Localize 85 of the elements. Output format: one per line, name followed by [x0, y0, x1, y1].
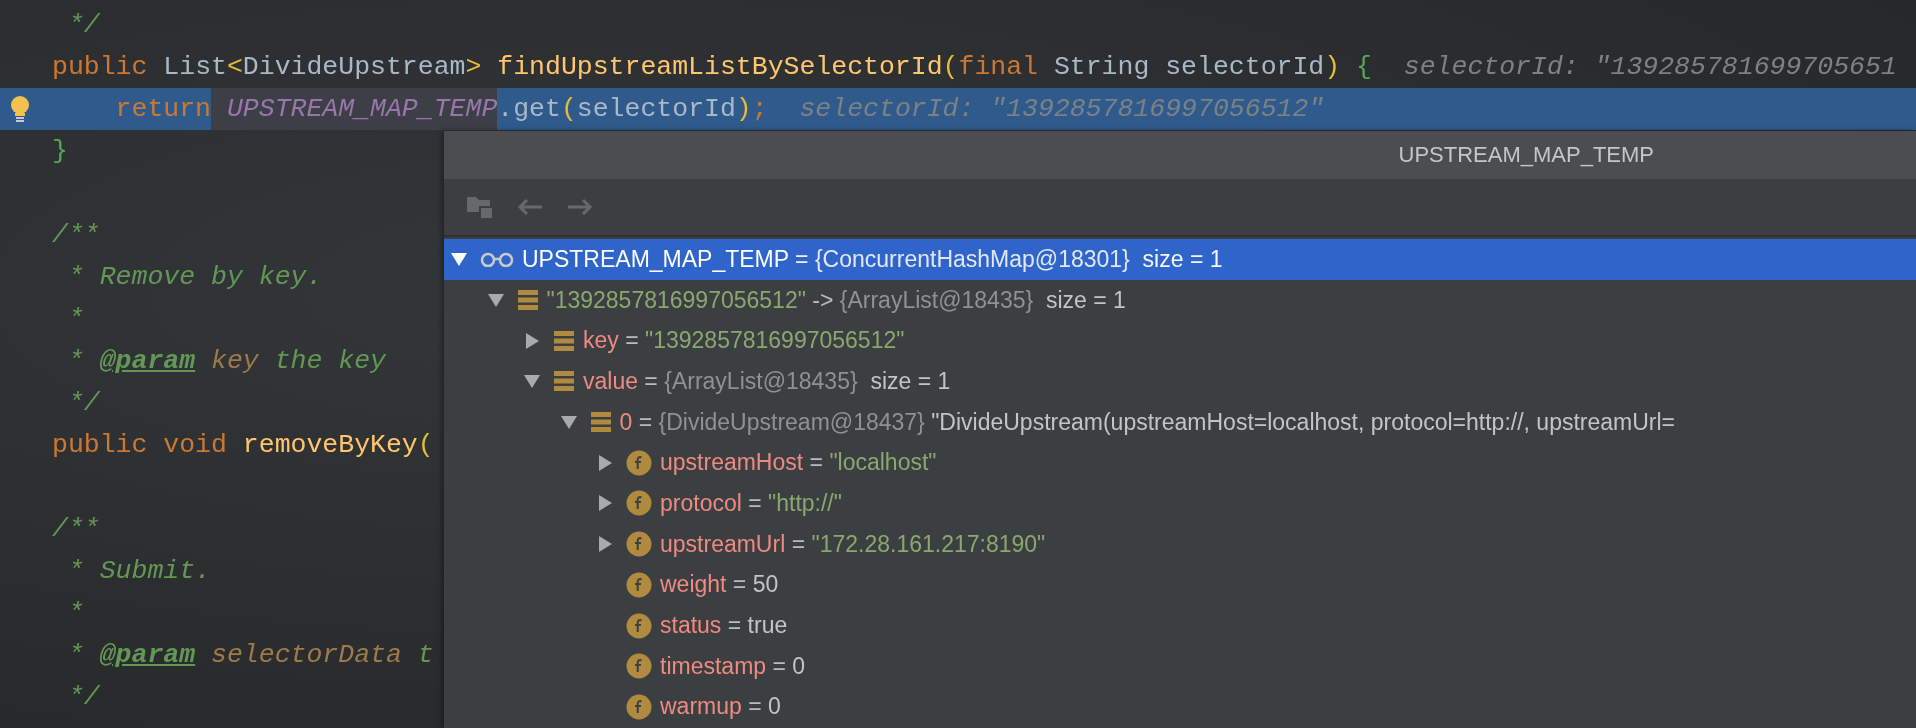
code-token: { [1355, 52, 1372, 82]
code-token: DivideUpstream [242, 52, 466, 82]
field-icon [626, 612, 652, 639]
tree-node-text: warmup = 0 [660, 693, 781, 721]
code-token: ( [560, 94, 577, 124]
tree-row[interactable]: protocol = "http://" [444, 483, 1916, 524]
code-token: key [210, 346, 259, 376]
field-icon [626, 449, 652, 476]
back-arrow-icon [516, 197, 544, 217]
code-token: .get [497, 94, 561, 124]
code-token: removeByKey [241, 430, 418, 460]
list-icon [553, 370, 575, 393]
tree-row[interactable]: warmup = 0 [444, 686, 1916, 728]
code-token: */ [66, 10, 100, 40]
code-token: * Submit. [66, 556, 212, 586]
tree-node-text: key = "1392857816997056512" [583, 327, 905, 355]
tree-row[interactable]: "1392857816997056512" -> {ArrayList@18435} size = 1 [444, 279, 1916, 321]
field-icon [626, 571, 652, 598]
tree-row[interactable]: key = "1392857816997056512" [444, 320, 1916, 362]
code-token: return [114, 94, 212, 124]
tree-row[interactable]: upstreamUrl = "172.28.161.217:8190" [444, 523, 1916, 565]
tree-row[interactable]: weight = 50 [444, 564, 1916, 606]
tree-node-text: status = true [660, 612, 788, 640]
code-token: ) [735, 94, 752, 124]
code-token: UPSTREAM_MAP_TEMP [211, 88, 498, 130]
tree-row[interactable]: 0 = {DivideUpstream@18437} "DivideUpstream(upstreamHost=localhost, protocol=http://, upstreamUrl= [444, 401, 1916, 443]
tree-row[interactable]: timestamp = 0 [444, 645, 1916, 687]
inline-hint: selectorId: "139285781699705651 [1402, 52, 1897, 82]
popup-title: UPSTREAM_MAP_TEMP [1398, 142, 1654, 168]
code-token: < [226, 52, 243, 82]
collapsed-arrow-icon[interactable] [523, 331, 541, 350]
code-token: * [66, 598, 84, 628]
code-token: * [66, 640, 85, 670]
list-icon [589, 411, 612, 434]
code-token: selectorData [210, 640, 402, 670]
tree-row[interactable]: UPSTREAM_MAP_TEMP = {ConcurrentHashMap@18301} size = 1 [444, 239, 1916, 280]
code-token: ; [751, 94, 768, 124]
code-token: * [66, 346, 85, 376]
code-token: List [162, 52, 227, 82]
code-token: ( [417, 430, 434, 460]
code-token: selectorId [576, 94, 736, 124]
tree-node-text: "1392857816997056512" -> {ArrayList@18435} size = 1 [546, 286, 1126, 314]
tree-row[interactable]: value = {ArrayList@18435} size = 1 [444, 361, 1916, 402]
field-icon [626, 693, 652, 720]
collapsed-arrow-icon[interactable] [596, 535, 614, 554]
code-token: ( [942, 52, 959, 82]
code-token: t [416, 640, 434, 670]
tree-node-text: 0 = {DivideUpstream@18437} "DivideUpstream(upstreamHost=localhost, protocol=http://, upstreamUrl= [619, 408, 1676, 436]
code-token: } [52, 136, 68, 166]
code-token: @param [99, 346, 196, 376]
field-icon [626, 653, 652, 680]
tree-node-text: timestamp = 0 [660, 652, 806, 680]
tree-node-text: protocol = "http://" [660, 489, 842, 517]
code-token: ) [1324, 52, 1341, 82]
tree-node-text: UPSTREAM_MAP_TEMP = {ConcurrentHashMap@18301} size = 1 [522, 245, 1223, 273]
list-icon [516, 289, 539, 312]
code-token: */ [66, 388, 100, 418]
list-icon [553, 329, 575, 352]
forward-arrow-icon [566, 197, 594, 217]
code-token: final [958, 52, 1038, 82]
tree-node-text: value = {ArrayList@18435} size = 1 [583, 367, 951, 395]
tree-row[interactable]: status = true [444, 605, 1916, 646]
inline-hint: selectorId: "1392857816997056512" [798, 94, 1325, 124]
collapsed-arrow-icon[interactable] [596, 494, 614, 513]
collapsed-arrow-icon[interactable] [596, 453, 614, 472]
code-token: * Remove by key. [66, 262, 323, 292]
tree-node-text: upstreamUrl = "172.28.161.217:8190" [660, 530, 1046, 558]
tree-node-text: weight = 50 [660, 571, 779, 599]
code-token: /** [52, 514, 100, 544]
folder-icon [466, 194, 494, 220]
code-token: /** [52, 220, 100, 250]
code-token: @param [99, 640, 196, 670]
code-token: * [66, 304, 84, 334]
code-token: public void [52, 430, 227, 460]
tree-node-text: upstreamHost = "localhost" [660, 449, 937, 477]
code-token: public [52, 52, 148, 82]
field-icon [626, 490, 652, 517]
code-token: String selectorId [1052, 52, 1325, 82]
code-token: findUpstreamListBySelectorId [496, 52, 943, 82]
code-token: the key [273, 346, 386, 376]
glasses-icon [480, 251, 514, 268]
field-icon [626, 531, 652, 558]
code-token: > [465, 52, 482, 82]
tree-row[interactable]: upstreamHost = "localhost" [444, 442, 1916, 484]
code-token: */ [66, 682, 100, 712]
